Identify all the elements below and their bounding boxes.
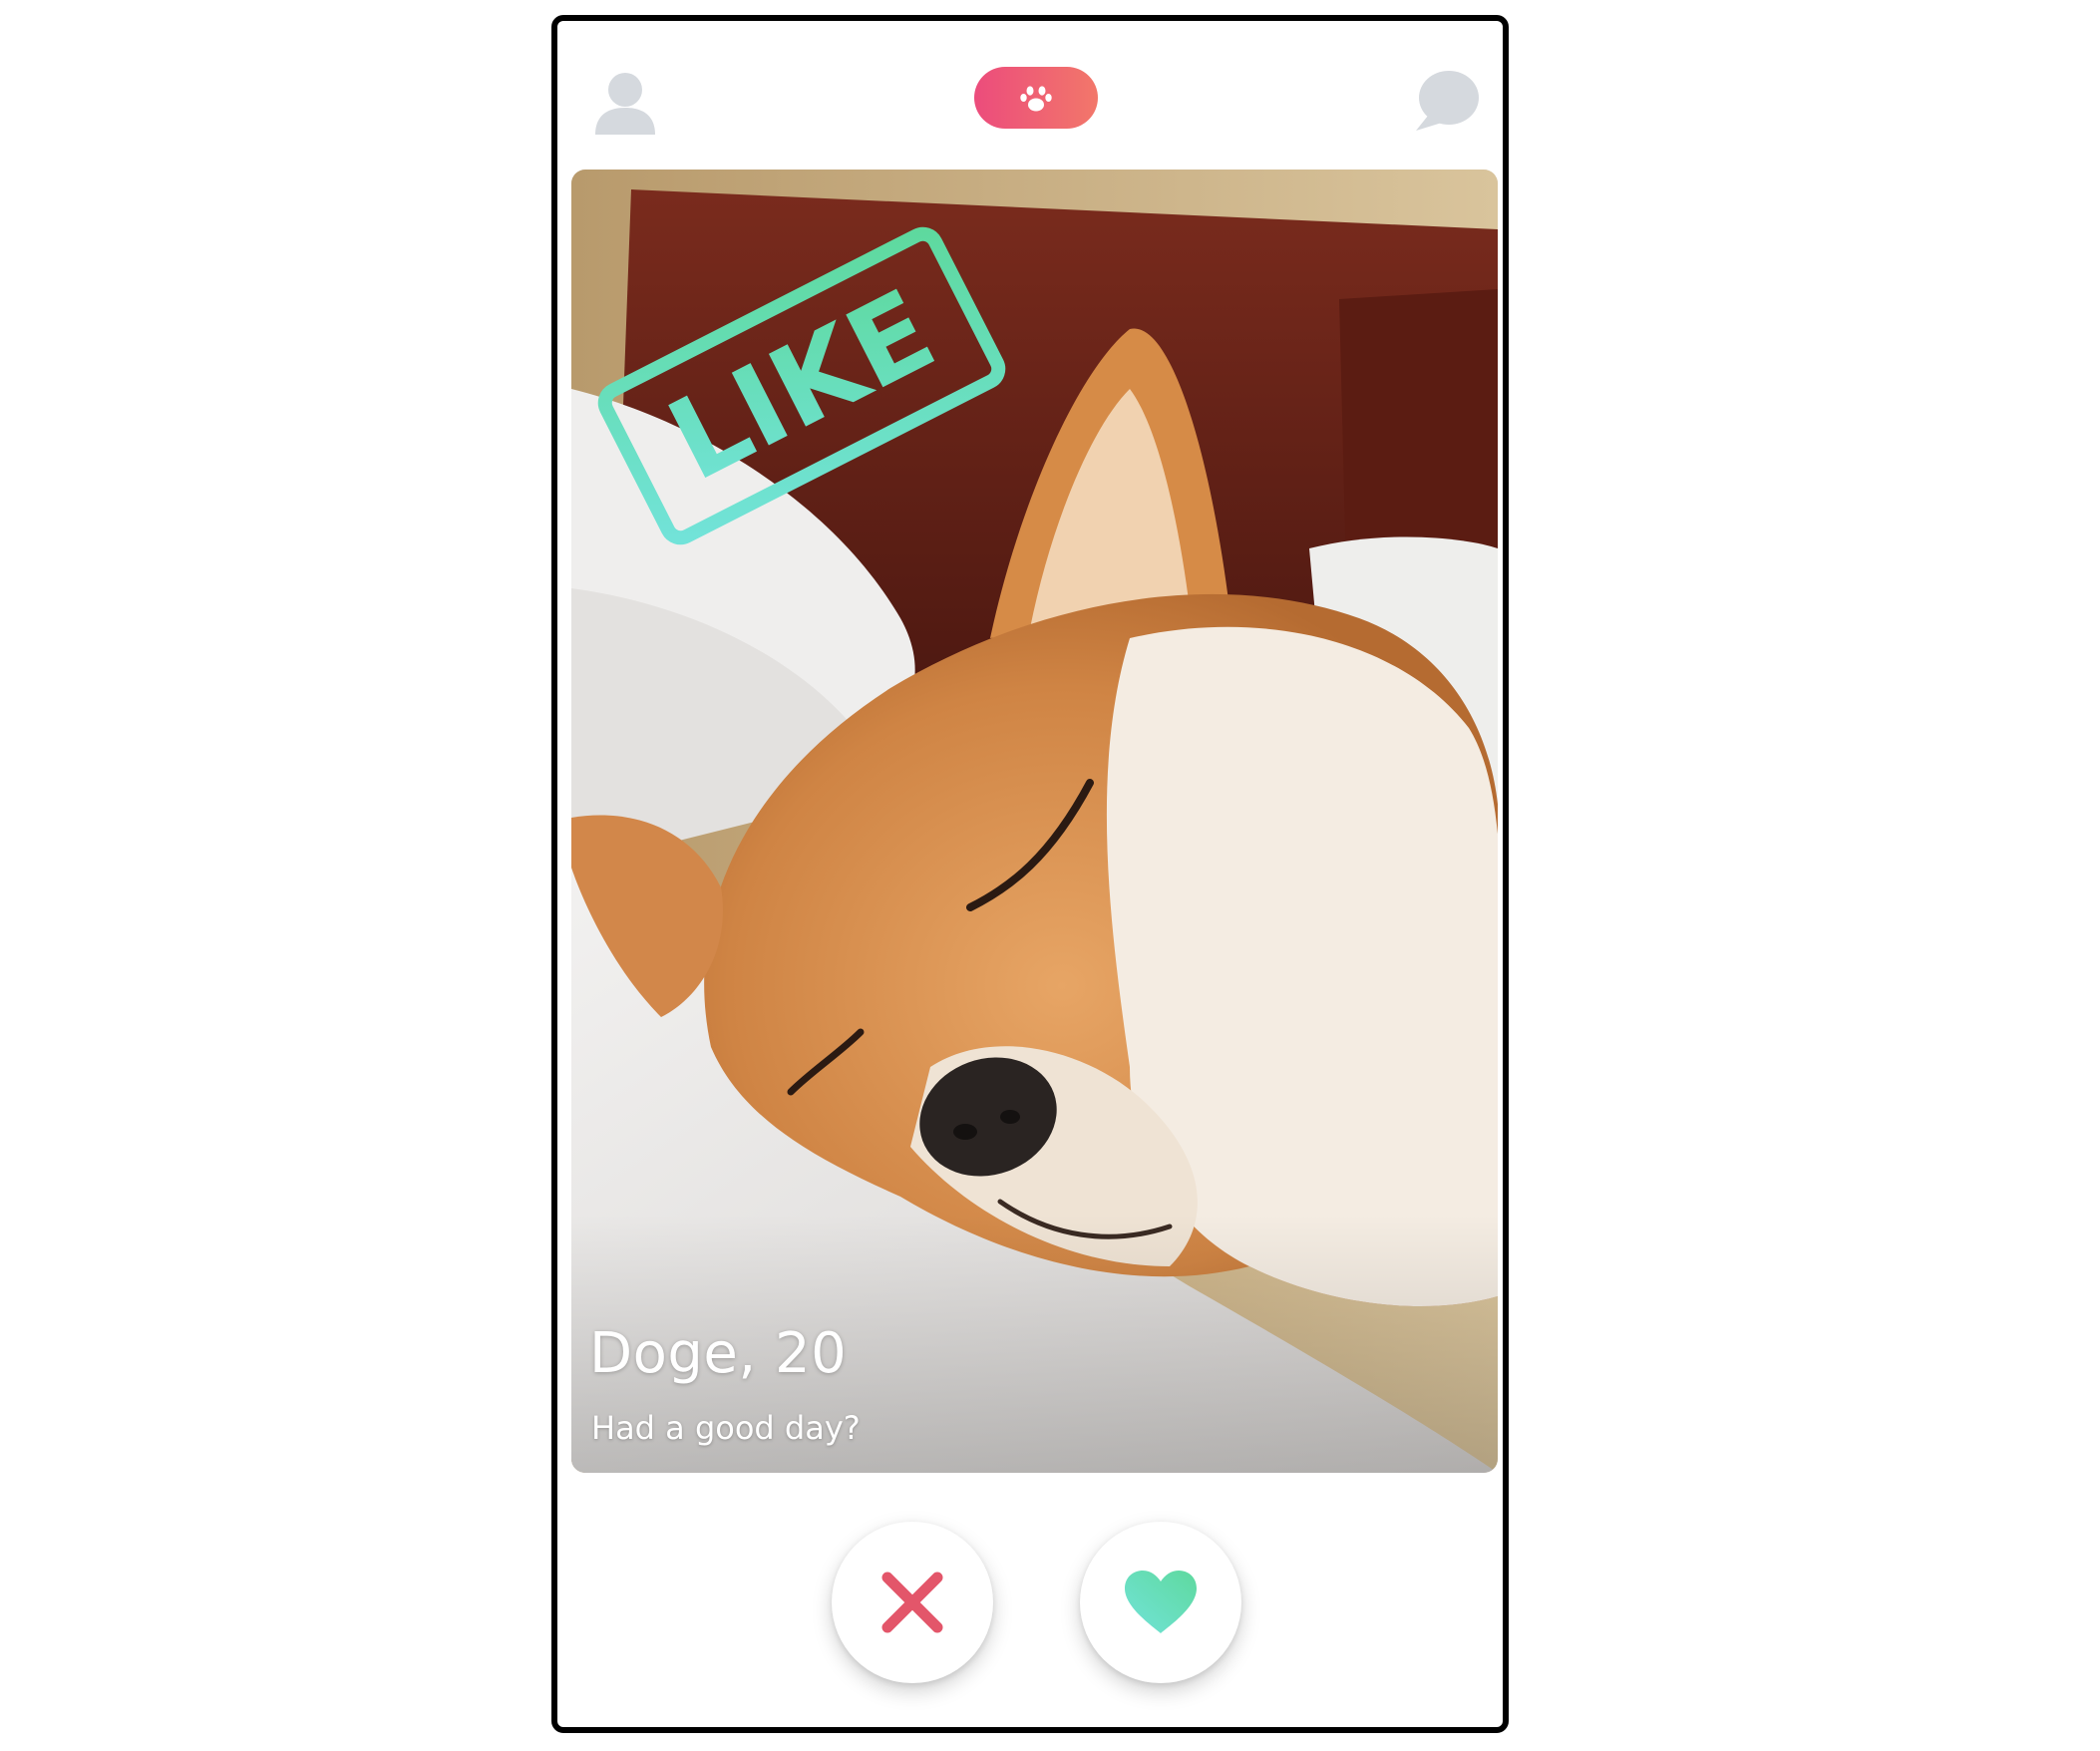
phone-frame: LIKE Doge, 20 Had a good day? (551, 15, 1509, 1733)
close-icon (881, 1572, 943, 1633)
like-button[interactable] (1080, 1522, 1241, 1683)
heart-icon (1125, 1571, 1197, 1633)
profile-button[interactable] (593, 69, 657, 137)
profile-bio: Had a good day? (591, 1409, 861, 1447)
user-icon (595, 73, 655, 135)
discover-tab-button[interactable] (974, 67, 1098, 129)
chat-bubble-icon (1416, 71, 1479, 131)
profile-name-age: Doge, 20 (589, 1321, 848, 1386)
dislike-button[interactable] (832, 1522, 993, 1683)
paw-icon (1020, 86, 1052, 112)
profile-card[interactable]: LIKE Doge, 20 Had a good day? (571, 170, 1498, 1473)
messages-button[interactable] (1414, 68, 1480, 132)
